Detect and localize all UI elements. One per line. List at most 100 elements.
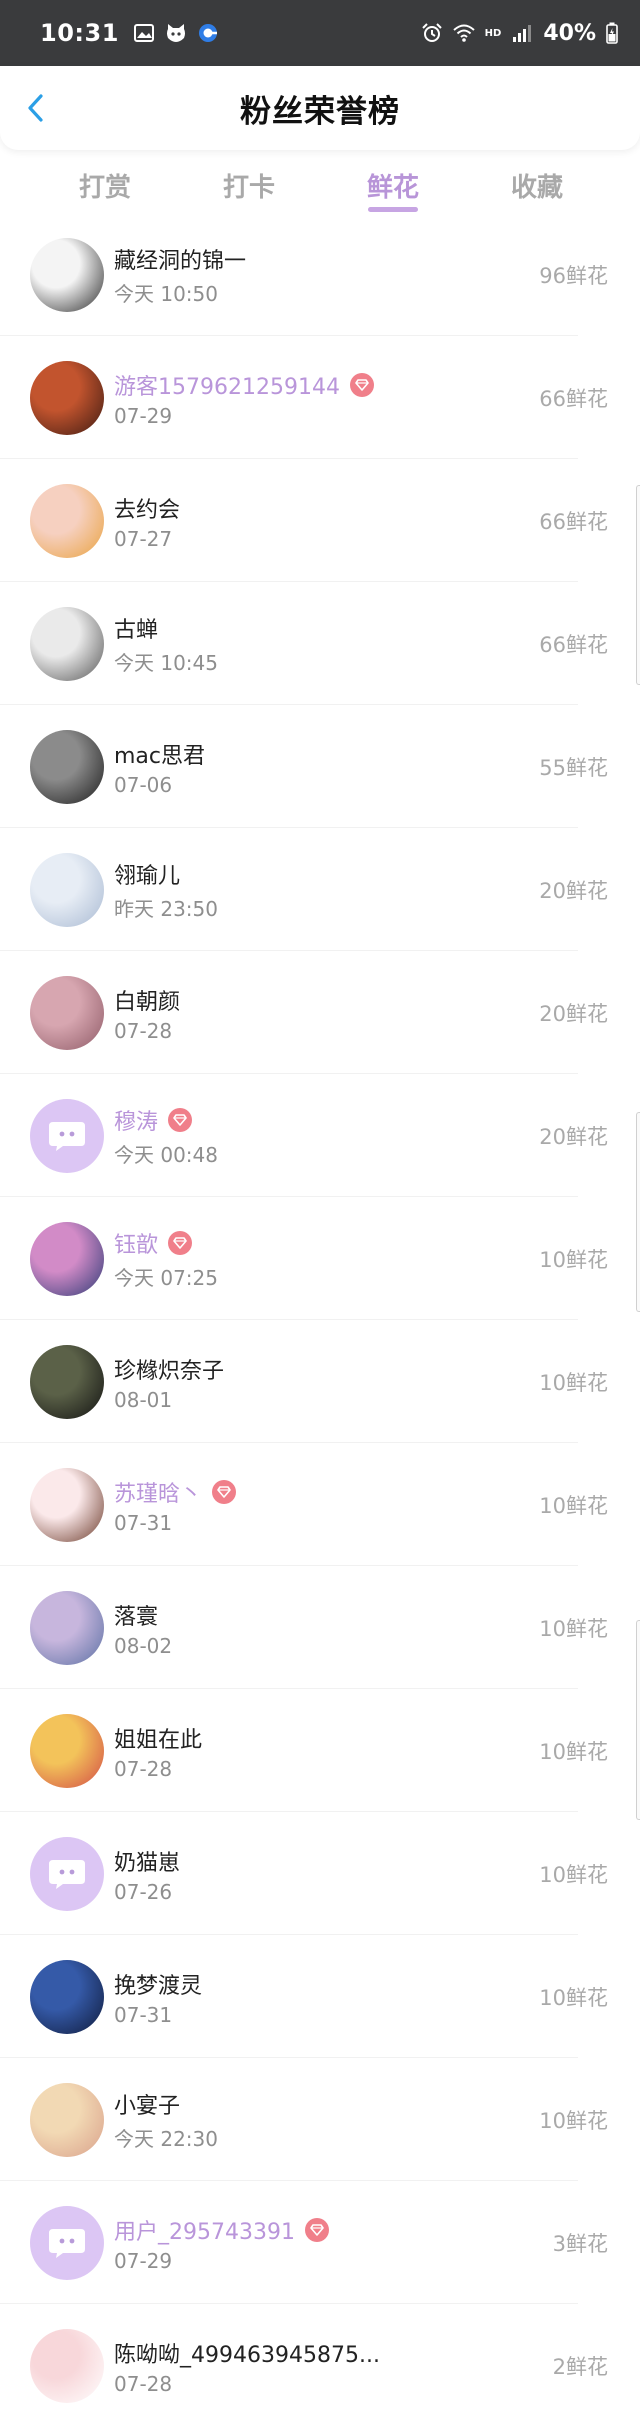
fan-list-item[interactable]: 穆涛 今天 00:48 20鲜花 [0, 1074, 640, 1197]
fan-timestamp: 今天 10:45 [114, 651, 218, 675]
fan-name[interactable]: 穆涛 [114, 1104, 158, 1136]
fan-name[interactable]: 苏瑾晗丶 [114, 1476, 202, 1508]
fan-list-item[interactable]: 古蝉 今天 10:45 66鲜花 [0, 582, 640, 705]
fan-list-item[interactable]: mac思君 07-06 55鲜花 [0, 705, 640, 828]
avatar[interactable] [30, 1344, 104, 1419]
vip-diamond-icon [168, 1108, 193, 1132]
scroll-edge-handle[interactable] [636, 485, 640, 685]
tab-favorites[interactable]: 收藏 [465, 150, 609, 220]
fan-name-line: 落寰 [114, 1598, 172, 1632]
fan-name[interactable]: 翎瑜儿 [114, 858, 180, 890]
fan-timestamp: 07-06 [114, 772, 173, 797]
flower-count: 10鲜花 [539, 1370, 608, 1395]
avatar[interactable] [30, 1590, 104, 1665]
fan-list-item[interactable]: 钰歆 今天 07:25 10鲜花 [0, 1197, 640, 1320]
tab-flowers[interactable]: 鲜花 [321, 150, 465, 220]
flower-count: 55鲜花 [539, 755, 608, 780]
avatar[interactable] [30, 1713, 104, 1788]
fan-name-line: 陈呦呦_499463945875... [114, 2336, 380, 2370]
fan-name[interactable]: 陈呦呦_499463945875... [114, 2337, 380, 2369]
flower-count: 10鲜花 [539, 1247, 608, 1272]
fan-list-item[interactable]: 游客1579621259144 07-29 66鲜花 [0, 336, 640, 459]
tab-label: 收藏 [510, 172, 563, 203]
cat-icon [166, 24, 185, 42]
fan-timestamp: 07-27 [114, 526, 173, 551]
page-title: 粉丝荣誉榜 [240, 93, 400, 130]
avatar[interactable] [30, 483, 104, 558]
tab-label: 打卡 [222, 172, 275, 203]
fan-list-item[interactable]: 落寰 08-02 10鲜花 [0, 1566, 640, 1689]
fan-name[interactable]: mac思君 [114, 738, 205, 770]
fan-name[interactable]: 去约会 [114, 492, 180, 524]
avatar[interactable] [30, 1221, 104, 1296]
fan-list-item[interactable]: 姐姐在此 07-28 10鲜花 [0, 1689, 640, 1812]
back-button[interactable] [16, 84, 56, 132]
avatar[interactable] [30, 2082, 104, 2157]
fan-name-line: 用户_295743391 [114, 2213, 329, 2247]
fan-name[interactable]: 珍橼炽奈子 [114, 1353, 224, 1385]
fan-name[interactable]: 挽梦渡灵 [114, 1968, 202, 2000]
flower-count: 66鲜花 [539, 509, 608, 534]
flower-count: 2鲜花 [552, 2354, 608, 2379]
hd-label: HD [484, 27, 502, 39]
flower-count: 10鲜花 [539, 1862, 608, 1887]
fan-name-line: 珍橼炽奈子 [114, 1352, 224, 1386]
signal-icon [513, 25, 532, 42]
fan-name[interactable]: 藏经洞的锦一 [114, 243, 246, 275]
alarm-icon [421, 23, 442, 42]
avatar[interactable] [30, 1959, 104, 2034]
fan-name[interactable]: 游客1579621259144 [114, 369, 340, 401]
fan-list-item[interactable]: 奶猫崽 07-26 10鲜花 [0, 1812, 640, 1935]
chevron-left-icon [28, 94, 43, 122]
status-time: 10:31 [40, 19, 119, 47]
fan-list-item[interactable]: 用户_295743391 07-29 3鲜花 [0, 2181, 640, 2304]
scroll-edge-handle[interactable] [636, 1112, 640, 1312]
fan-timestamp: 07-26 [114, 1879, 173, 1904]
default-avatar[interactable] [30, 1836, 104, 1911]
tab-checkin[interactable]: 打卡 [177, 150, 321, 220]
fan-list-item[interactable]: 珍橼炽奈子 08-01 10鲜花 [0, 1320, 640, 1443]
fan-name-line: 挽梦渡灵 [114, 1967, 202, 2001]
default-avatar[interactable] [30, 1098, 104, 1173]
page-header: 粉丝荣誉榜 [0, 66, 640, 150]
chat-bubble-icon [49, 1859, 85, 1889]
vip-diamond-icon [212, 1479, 237, 1504]
avatar[interactable] [30, 729, 104, 804]
fan-timestamp: 今天 10:50 [114, 282, 218, 306]
avatar[interactable] [30, 606, 104, 681]
fan-name[interactable]: 姐姐在此 [114, 1722, 202, 1754]
avatar[interactable] [30, 852, 104, 927]
avatar[interactable] [30, 1467, 104, 1542]
fan-info: 用户_295743391 07-29 [114, 2213, 329, 2273]
fan-timestamp: 今天 00:48 [114, 1143, 218, 1167]
avatar[interactable] [30, 237, 104, 312]
fan-name[interactable]: 小宴子 [114, 2088, 180, 2120]
fan-list-item[interactable]: 去约会 07-27 66鲜花 [0, 459, 640, 582]
fan-list-item[interactable]: 白朝颜 07-28 20鲜花 [0, 951, 640, 1074]
fan-list-item[interactable]: 苏瑾晗丶 07-31 10鲜花 [0, 1443, 640, 1566]
fan-list-item[interactable]: 陈呦呦_499463945875... 07-28 2鲜花 [0, 2304, 640, 2414]
fan-list-item[interactable]: 挽梦渡灵 07-31 10鲜花 [0, 1935, 640, 2058]
default-avatar[interactable] [30, 2205, 104, 2280]
fan-name[interactable]: 钰歆 [114, 1227, 158, 1259]
fan-list-item[interactable]: 藏经洞的锦一 今天 10:50 96鲜花 [0, 213, 640, 336]
fan-name-line: 小宴子 [114, 2087, 218, 2121]
fan-list-item[interactable]: 翎瑜儿 昨天 23:50 20鲜花 [0, 828, 640, 951]
avatar[interactable] [30, 2328, 104, 2403]
fan-name[interactable]: 用户_295743391 [114, 2214, 295, 2246]
image-icon [133, 24, 154, 42]
flower-count: 10鲜花 [539, 1739, 608, 1764]
tab-tip[interactable]: 打赏 [33, 150, 177, 220]
fan-info: 藏经洞的锦一今天 10:50 [114, 242, 246, 307]
flower-count: 20鲜花 [539, 1001, 608, 1026]
fan-name[interactable]: 奶猫崽 [114, 1845, 180, 1877]
fan-name[interactable]: 古蝉 [114, 612, 158, 644]
fan-name[interactable]: 落寰 [114, 1599, 158, 1631]
avatar[interactable] [30, 360, 104, 435]
scroll-edge-handle[interactable] [636, 1620, 640, 1820]
fan-name[interactable]: 白朝颜 [114, 984, 180, 1016]
tab-bar: 打赏 打卡 鲜花 收藏 [0, 150, 640, 220]
fan-list-item[interactable]: 小宴子 今天 22:30 10鲜花 [0, 2058, 640, 2181]
avatar[interactable] [30, 975, 104, 1050]
flower-count: 10鲜花 [539, 1985, 608, 2010]
